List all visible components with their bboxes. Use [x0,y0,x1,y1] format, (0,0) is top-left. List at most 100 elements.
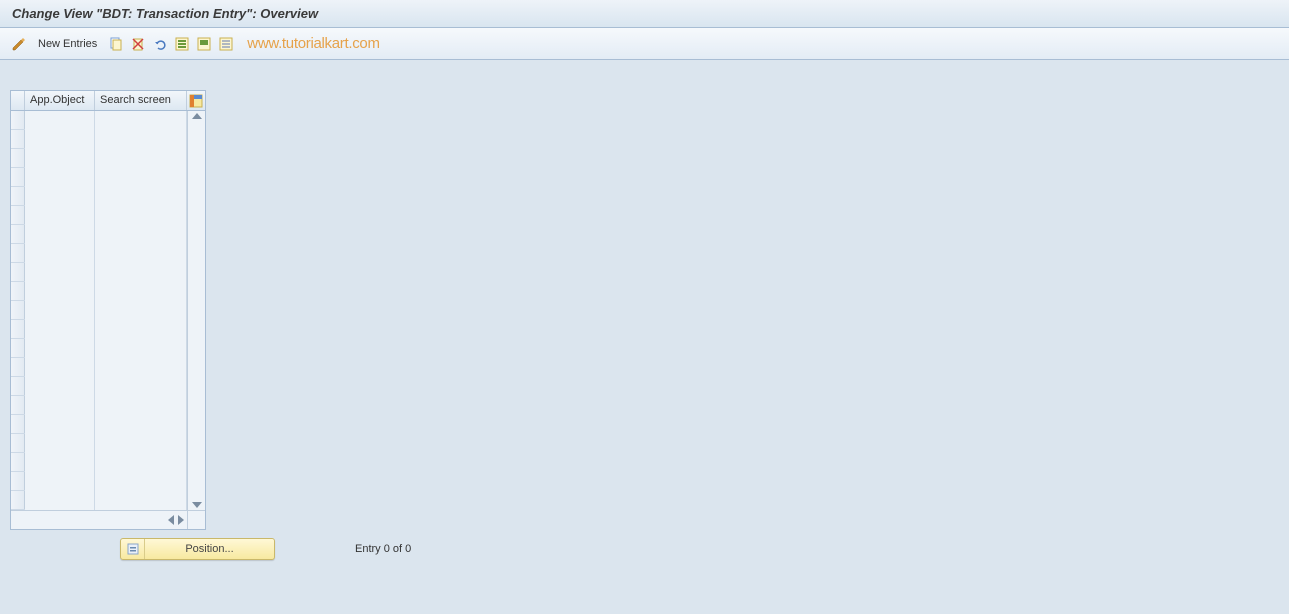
delete-icon[interactable] [129,35,147,53]
cell-app-object[interactable] [25,130,95,149]
cell-app-object[interactable] [25,168,95,187]
cell-app-object[interactable] [25,187,95,206]
cell-app-object[interactable] [25,434,95,453]
cell-search-screen[interactable] [95,130,187,149]
grid-column-search-screen[interactable]: Search screen [95,91,187,110]
cell-app-object[interactable] [25,263,95,282]
table-row[interactable] [11,491,187,510]
table-row[interactable] [11,282,187,301]
row-selector[interactable] [11,225,25,243]
row-selector[interactable] [11,358,25,376]
table-row[interactable] [11,244,187,263]
cell-search-screen[interactable] [95,453,187,472]
cell-search-screen[interactable] [95,396,187,415]
row-selector[interactable] [11,472,25,490]
row-selector[interactable] [11,149,25,167]
cell-search-screen[interactable] [95,415,187,434]
grid-column-app-object[interactable]: App.Object [25,91,95,110]
cell-search-screen[interactable] [95,301,187,320]
cell-app-object[interactable] [25,472,95,491]
cell-search-screen[interactable] [95,206,187,225]
row-selector[interactable] [11,491,25,509]
cell-app-object[interactable] [25,149,95,168]
table-row[interactable] [11,225,187,244]
table-row[interactable] [11,377,187,396]
cell-search-screen[interactable] [95,472,187,491]
cell-app-object[interactable] [25,396,95,415]
row-selector[interactable] [11,339,25,357]
cell-search-screen[interactable] [95,244,187,263]
cell-search-screen[interactable] [95,149,187,168]
undo-icon[interactable] [151,35,169,53]
cell-search-screen[interactable] [95,339,187,358]
cell-app-object[interactable] [25,377,95,396]
table-row[interactable] [11,206,187,225]
cell-app-object[interactable] [25,415,95,434]
row-selector[interactable] [11,396,25,414]
cell-search-screen[interactable] [95,282,187,301]
new-entries-button[interactable]: New Entries [32,36,103,52]
row-selector[interactable] [11,130,25,148]
scroll-up-icon[interactable] [192,113,202,119]
toggle-change-icon[interactable] [10,35,28,53]
cell-app-object[interactable] [25,282,95,301]
cell-app-object[interactable] [25,301,95,320]
row-selector[interactable] [11,282,25,300]
row-selector[interactable] [11,415,25,433]
scroll-down-icon[interactable] [192,502,202,508]
row-selector[interactable] [11,111,25,129]
cell-search-screen[interactable] [95,168,187,187]
row-selector[interactable] [11,301,25,319]
table-row[interactable] [11,187,187,206]
cell-search-screen[interactable] [95,491,187,510]
cell-search-screen[interactable] [95,377,187,396]
row-selector[interactable] [11,263,25,281]
copy-as-icon[interactable] [107,35,125,53]
cell-app-object[interactable] [25,225,95,244]
row-selector[interactable] [11,187,25,205]
table-row[interactable] [11,434,187,453]
deselect-all-icon[interactable] [217,35,235,53]
cell-app-object[interactable] [25,453,95,472]
grid-header-selector[interactable] [11,91,25,110]
table-row[interactable] [11,339,187,358]
select-block-icon[interactable] [195,35,213,53]
row-selector[interactable] [11,168,25,186]
table-row[interactable] [11,415,187,434]
cell-search-screen[interactable] [95,225,187,244]
select-all-icon[interactable] [173,35,191,53]
cell-search-screen[interactable] [95,111,187,130]
cell-search-screen[interactable] [95,358,187,377]
table-row[interactable] [11,320,187,339]
row-selector[interactable] [11,434,25,452]
table-row[interactable] [11,396,187,415]
table-row[interactable] [11,130,187,149]
row-selector[interactable] [11,320,25,338]
row-selector[interactable] [11,377,25,395]
table-row[interactable] [11,263,187,282]
row-selector[interactable] [11,453,25,471]
scroll-left-icon[interactable] [168,515,174,525]
table-row[interactable] [11,149,187,168]
table-row[interactable] [11,301,187,320]
cell-app-object[interactable] [25,358,95,377]
scroll-right-icon[interactable] [178,515,184,525]
horizontal-scrollbar[interactable] [111,511,187,529]
vertical-scrollbar[interactable] [187,111,205,510]
row-selector[interactable] [11,206,25,224]
cell-app-object[interactable] [25,339,95,358]
cell-app-object[interactable] [25,111,95,130]
position-button[interactable]: Position... [120,538,275,560]
row-selector[interactable] [11,244,25,262]
table-row[interactable] [11,111,187,130]
cell-app-object[interactable] [25,244,95,263]
table-row[interactable] [11,472,187,491]
table-row[interactable] [11,168,187,187]
cell-app-object[interactable] [25,206,95,225]
cell-search-screen[interactable] [95,320,187,339]
cell-search-screen[interactable] [95,263,187,282]
table-row[interactable] [11,358,187,377]
cell-search-screen[interactable] [95,434,187,453]
table-row[interactable] [11,453,187,472]
cell-app-object[interactable] [25,320,95,339]
